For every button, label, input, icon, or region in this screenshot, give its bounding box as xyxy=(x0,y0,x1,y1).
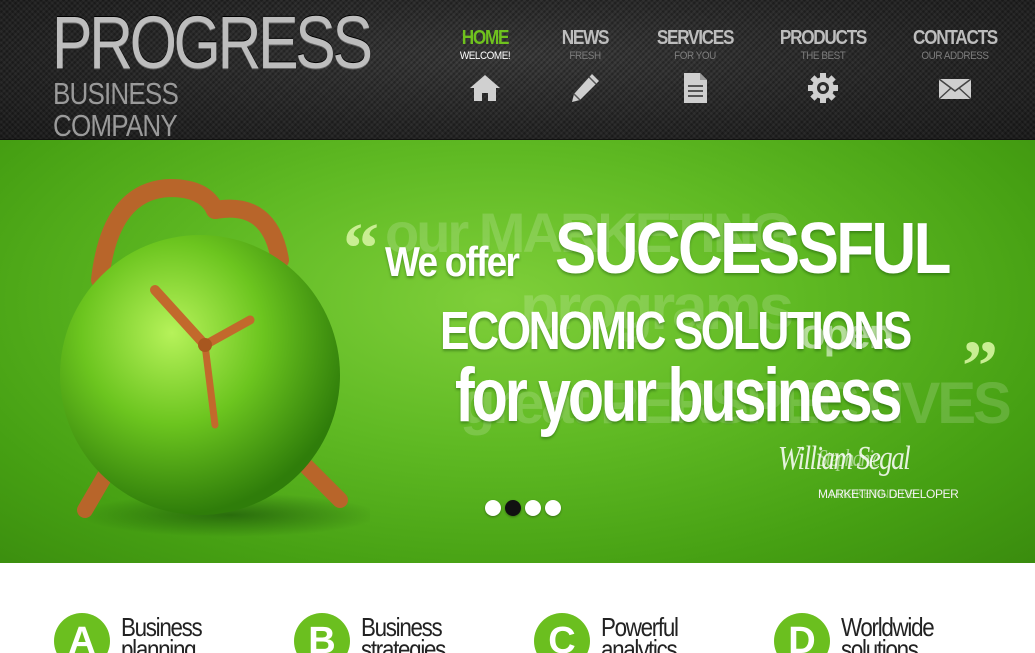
nav-item-home[interactable]: HOME WELCOME! xyxy=(430,26,540,112)
nav-item-services[interactable]: SERVICES FOR YOU xyxy=(640,26,750,112)
site-header: PROGRESS BUSINESS COMPANY HOME WELCOME! … xyxy=(0,0,1035,142)
nav-sublabel: FOR YOU xyxy=(674,50,716,62)
slider-dot-3[interactable] xyxy=(525,500,541,516)
gear-icon xyxy=(808,73,838,103)
nav-sublabel: FRESH xyxy=(569,50,601,62)
author-signature-ghost: Stephanie xyxy=(818,446,881,472)
slider-pagination xyxy=(485,500,575,518)
feature-title: Worldwide solutions xyxy=(841,612,935,653)
nav-item-contacts[interactable]: CONTACTS OUR ADDRESS xyxy=(900,26,1010,112)
slogan-successful: SUCCESSFUL xyxy=(555,209,952,289)
feature-powerful-analytics[interactable]: C Powerful analytics xyxy=(534,613,754,653)
nav-sublabel: WELCOME! xyxy=(459,50,511,62)
feature-letter-badge: B xyxy=(294,613,350,653)
clock-image xyxy=(60,178,370,537)
pencil-icon xyxy=(572,74,599,102)
nav-sublabel: OUR ADDRESS xyxy=(921,50,989,62)
features-row: A Business planning B Business strategie… xyxy=(0,563,1035,653)
feature-business-strategies[interactable]: B Business strategies xyxy=(294,613,514,653)
feature-title: Business strategies xyxy=(361,612,446,653)
feature-title: Powerful analytics xyxy=(601,612,679,653)
slider-dot-1[interactable] xyxy=(485,500,501,516)
nav-sublabel: THE BEST xyxy=(800,50,846,62)
author-title-ghost: MARKETING DE xyxy=(830,487,917,501)
slider-dot-4[interactable] xyxy=(545,500,561,516)
nav-label: SERVICES xyxy=(656,27,735,49)
document-icon xyxy=(684,73,707,103)
slider-dot-2[interactable] xyxy=(505,500,521,516)
feature-letter-badge: D xyxy=(774,613,830,653)
nav-label: HOME xyxy=(461,27,510,49)
quote-close-mark: ” xyxy=(962,326,998,406)
feature-worldwide-solutions[interactable]: D Worldwide solutions xyxy=(774,613,994,653)
nav-label: NEWS xyxy=(561,27,610,49)
nav-item-products[interactable]: PRODUCTS THE BEST xyxy=(768,26,878,112)
nav-label: CONTACTS xyxy=(913,27,998,49)
feature-letter-badge: A xyxy=(54,613,110,653)
nav-item-news[interactable]: NEWS FRESH xyxy=(530,26,640,112)
feature-letter-badge: C xyxy=(534,613,590,653)
home-icon xyxy=(470,75,500,101)
nav-label: PRODUCTS xyxy=(779,27,867,49)
hero-slider: our MARKETING programs open great PERSPE… xyxy=(0,140,1035,563)
envelope-icon xyxy=(938,78,972,100)
quote-open-mark: “ xyxy=(343,208,379,288)
slogan-we-offer: We offer xyxy=(385,238,520,285)
main-nav: HOME WELCOME! NEWS FRESH SERVICES FOR YO… xyxy=(0,26,1035,116)
feature-title: Business planning xyxy=(121,612,203,653)
slogan-for-your-business: for your business xyxy=(455,353,902,438)
feature-business-planning[interactable]: A Business planning xyxy=(54,613,274,653)
